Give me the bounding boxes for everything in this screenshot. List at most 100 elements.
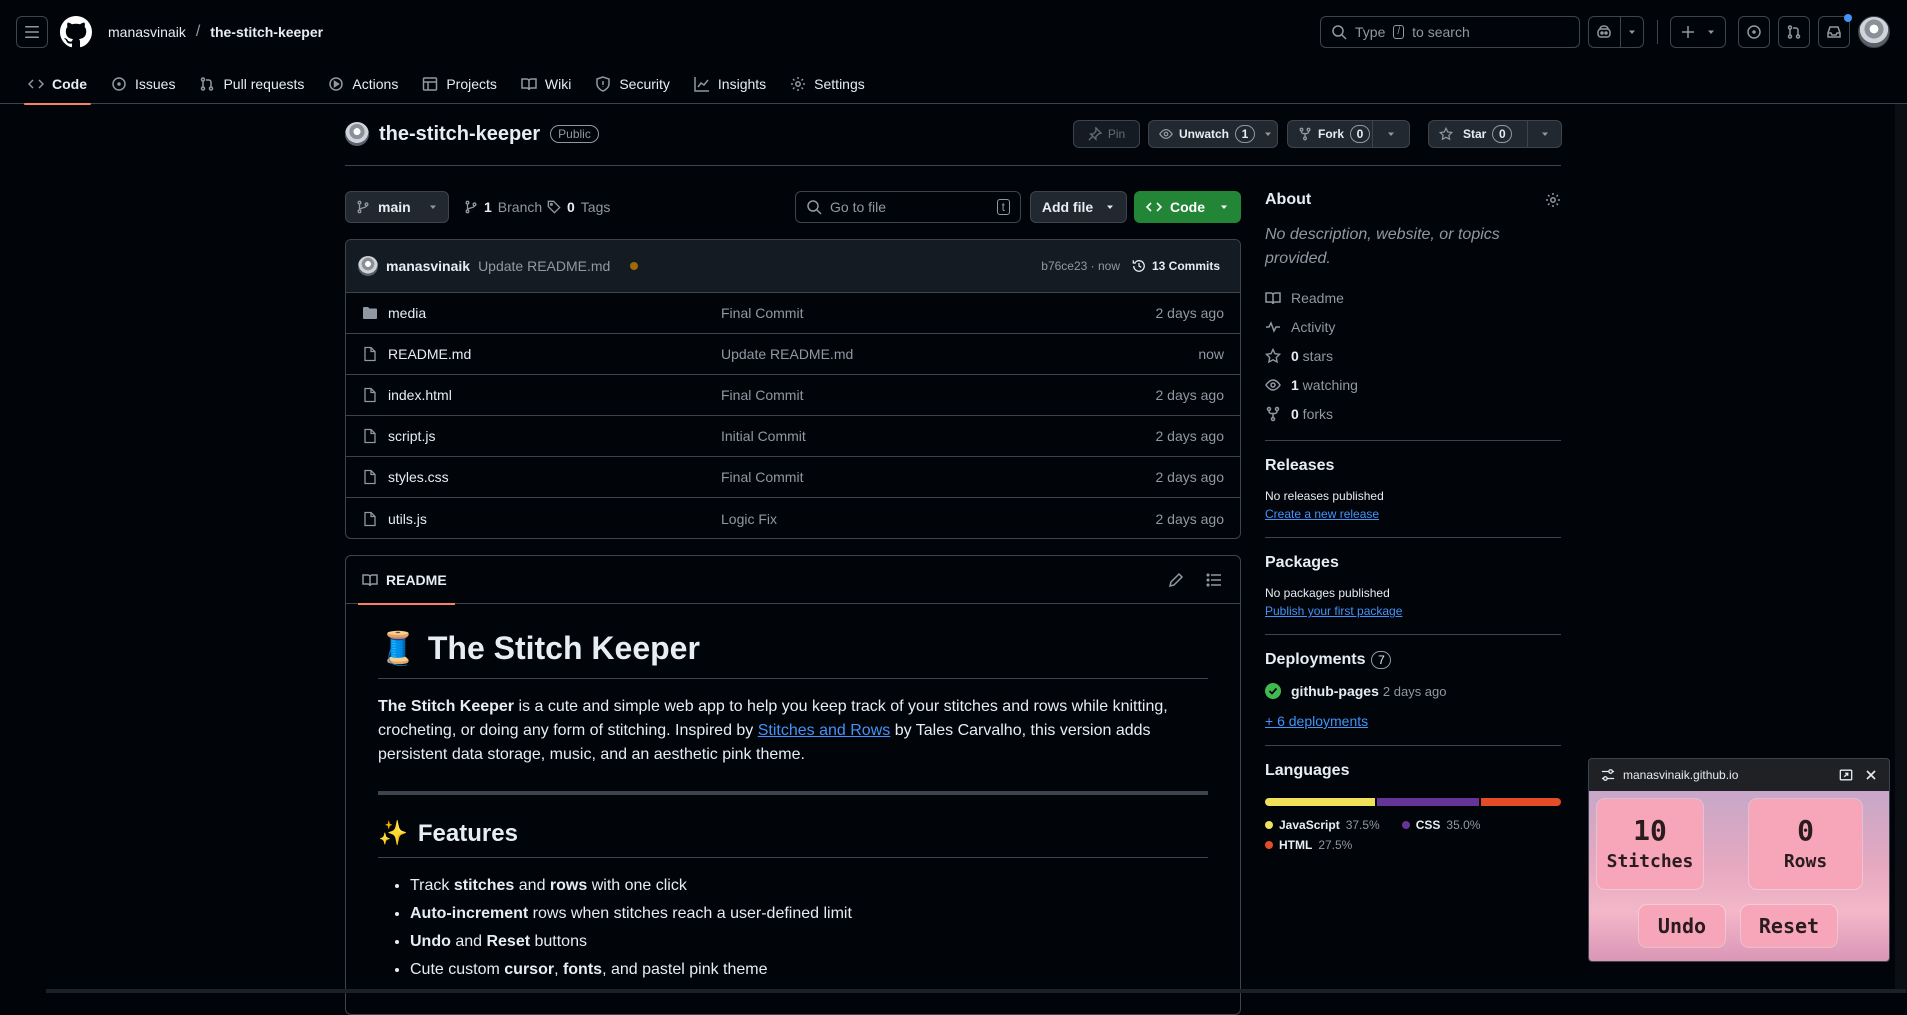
undo-button[interactable]: Undo — [1639, 905, 1725, 947]
branch-selector[interactable]: main — [345, 191, 449, 223]
readme-tab[interactable]: README — [358, 556, 455, 605]
stitches-counter[interactable]: 10 Stitches — [1597, 799, 1703, 889]
tab-settings[interactable]: Settings — [778, 64, 877, 104]
deployment-env[interactable]: github-pages — [1291, 683, 1379, 699]
star-dropdown-button[interactable] — [1527, 120, 1562, 148]
tab-projects[interactable]: Projects — [410, 64, 509, 104]
file-row-readme[interactable]: README.md Update README.md now — [346, 334, 1240, 375]
packages-header[interactable]: Packages — [1265, 554, 1561, 572]
page-scrollbar[interactable] — [1895, 104, 1907, 993]
file-name[interactable]: index.html — [388, 387, 452, 403]
language-bar-segment[interactable] — [1265, 798, 1375, 806]
unwatch-button[interactable]: Unwatch 1 — [1148, 120, 1278, 148]
horizontal-scrollbar[interactable] — [46, 989, 1906, 993]
file-commit-message[interactable]: Final Commit — [721, 469, 803, 485]
file-commit-message[interactable]: Update README.md — [721, 346, 853, 362]
reset-button[interactable]: Reset — [1741, 905, 1837, 947]
owner-avatar[interactable] — [345, 122, 369, 146]
global-search-input[interactable]: Type / to search — [1320, 16, 1580, 48]
pin-button[interactable]: Pin — [1073, 120, 1140, 148]
tab-security[interactable]: Security — [583, 64, 682, 104]
commit-message[interactable]: Update README.md — [478, 258, 610, 274]
breadcrumb-repo[interactable]: the-stitch-keeper — [210, 24, 323, 40]
branches-link[interactable]: 1 Branch — [464, 191, 542, 223]
file-commit-message[interactable]: Initial Commit — [721, 428, 806, 444]
inspiration-link[interactable]: Stitches and Rows — [758, 722, 891, 739]
create-new-button[interactable] — [1670, 16, 1726, 48]
back-to-tab-icon[interactable] — [1839, 768, 1853, 782]
file-name[interactable]: media — [388, 305, 426, 321]
file-row-media[interactable]: media Final Commit 2 days ago — [346, 293, 1240, 334]
gear-icon[interactable] — [1545, 192, 1561, 208]
file-row-index-html[interactable]: index.html Final Commit 2 days ago — [346, 375, 1240, 416]
forks-link[interactable]: 0 forks — [1265, 399, 1561, 428]
language-bar-segment[interactable] — [1376, 798, 1479, 806]
stars-link[interactable]: 0 stars — [1265, 341, 1561, 370]
commit-status-dot[interactable] — [630, 262, 639, 270]
star-button[interactable]: Star 0 — [1428, 120, 1528, 148]
chevron-down-icon[interactable] — [1263, 129, 1273, 139]
tab-pull-requests[interactable]: Pull requests — [187, 64, 316, 104]
fork-dropdown-button[interactable] — [1372, 120, 1410, 148]
menu-button[interactable] — [16, 16, 48, 48]
file-row-styles-css[interactable]: styles.css Final Commit 2 days ago — [346, 457, 1240, 498]
file-name[interactable]: script.js — [388, 428, 435, 444]
commit-author-avatar[interactable] — [358, 256, 378, 276]
tab-issues[interactable]: Issues — [99, 64, 187, 104]
language-bar-segment[interactable] — [1480, 798, 1561, 806]
commit-author[interactable]: manasvinaik — [386, 258, 470, 274]
breadcrumb-owner[interactable]: manasvinaik — [108, 24, 186, 40]
tab-code[interactable]: Code — [16, 64, 99, 105]
picture-in-picture-window[interactable]: manasvinaik.github.io 10 Stitches 0 Rows… — [1588, 758, 1890, 962]
site-settings-icon[interactable] — [1601, 768, 1615, 782]
tab-actions[interactable]: Actions — [316, 64, 410, 104]
activity-link[interactable]: Activity — [1265, 312, 1561, 341]
file-commit-message[interactable]: Final Commit — [721, 387, 803, 403]
repo-name[interactable]: the-stitch-keeper — [379, 123, 540, 146]
deployments-header[interactable]: Deployments 7 — [1265, 651, 1561, 669]
file-row-script-js[interactable]: script.js Initial Commit 2 days ago — [346, 416, 1240, 457]
file-name[interactable]: styles.css — [388, 469, 449, 485]
fork-button[interactable]: Fork 0 — [1287, 120, 1373, 148]
file-row-utils-js[interactable]: utils.js Logic Fix 2 days ago — [346, 498, 1240, 538]
close-icon[interactable] — [1865, 769, 1877, 781]
github-logo-icon[interactable] — [60, 16, 92, 48]
add-file-button[interactable]: Add file — [1030, 191, 1127, 223]
file-name[interactable]: README.md — [388, 346, 471, 362]
language-javascript[interactable]: JavaScript 37.5% — [1265, 818, 1380, 832]
publish-package-link[interactable]: Publish your first package — [1265, 604, 1561, 618]
language-css[interactable]: CSS 35.0% — [1401, 818, 1480, 832]
list-icon[interactable] — [1206, 572, 1222, 588]
watchers-link[interactable]: 1 watching — [1265, 370, 1561, 399]
commit-hash[interactable]: b76ce23 · now — [1041, 259, 1120, 273]
deployment-item[interactable]: github-pages 2 days ago — [1265, 683, 1561, 699]
tags-link[interactable]: 0 Tags — [547, 191, 610, 223]
chevron-down-icon[interactable] — [1619, 17, 1637, 47]
language-html[interactable]: HTML 27.5% — [1265, 838, 1352, 852]
commits-link[interactable]: 13 Commits — [1132, 259, 1220, 273]
features-list: Track stitches and rows with one click A… — [378, 874, 1208, 982]
releases-title[interactable]: Releases — [1265, 457, 1334, 475]
file-commit-message[interactable]: Logic Fix — [721, 511, 777, 527]
inbox-button[interactable] — [1818, 14, 1852, 48]
pull-requests-button[interactable] — [1778, 16, 1810, 48]
go-to-file-input[interactable]: Go to file t — [795, 191, 1021, 223]
copilot-button[interactable] — [1588, 16, 1644, 48]
more-deployments-link[interactable]: + 6 deployments — [1265, 713, 1561, 729]
issues-button[interactable] — [1738, 16, 1770, 48]
user-avatar[interactable] — [1858, 16, 1890, 48]
pencil-icon[interactable] — [1168, 572, 1184, 588]
rows-counter[interactable]: 0 Rows — [1749, 799, 1862, 889]
readme-divider — [378, 791, 1208, 795]
file-icon — [362, 428, 378, 444]
file-name[interactable]: utils.js — [388, 511, 427, 527]
deployments-title[interactable]: Deployments — [1265, 651, 1365, 669]
file-commit-message[interactable]: Final Commit — [721, 305, 803, 321]
releases-header[interactable]: Releases — [1265, 457, 1561, 475]
packages-title[interactable]: Packages — [1265, 554, 1339, 572]
code-button[interactable]: Code — [1134, 191, 1241, 223]
readme-link[interactable]: Readme — [1265, 283, 1561, 312]
tab-insights[interactable]: Insights — [682, 64, 778, 104]
create-release-link[interactable]: Create a new release — [1265, 507, 1561, 521]
tab-wiki[interactable]: Wiki — [509, 64, 583, 104]
